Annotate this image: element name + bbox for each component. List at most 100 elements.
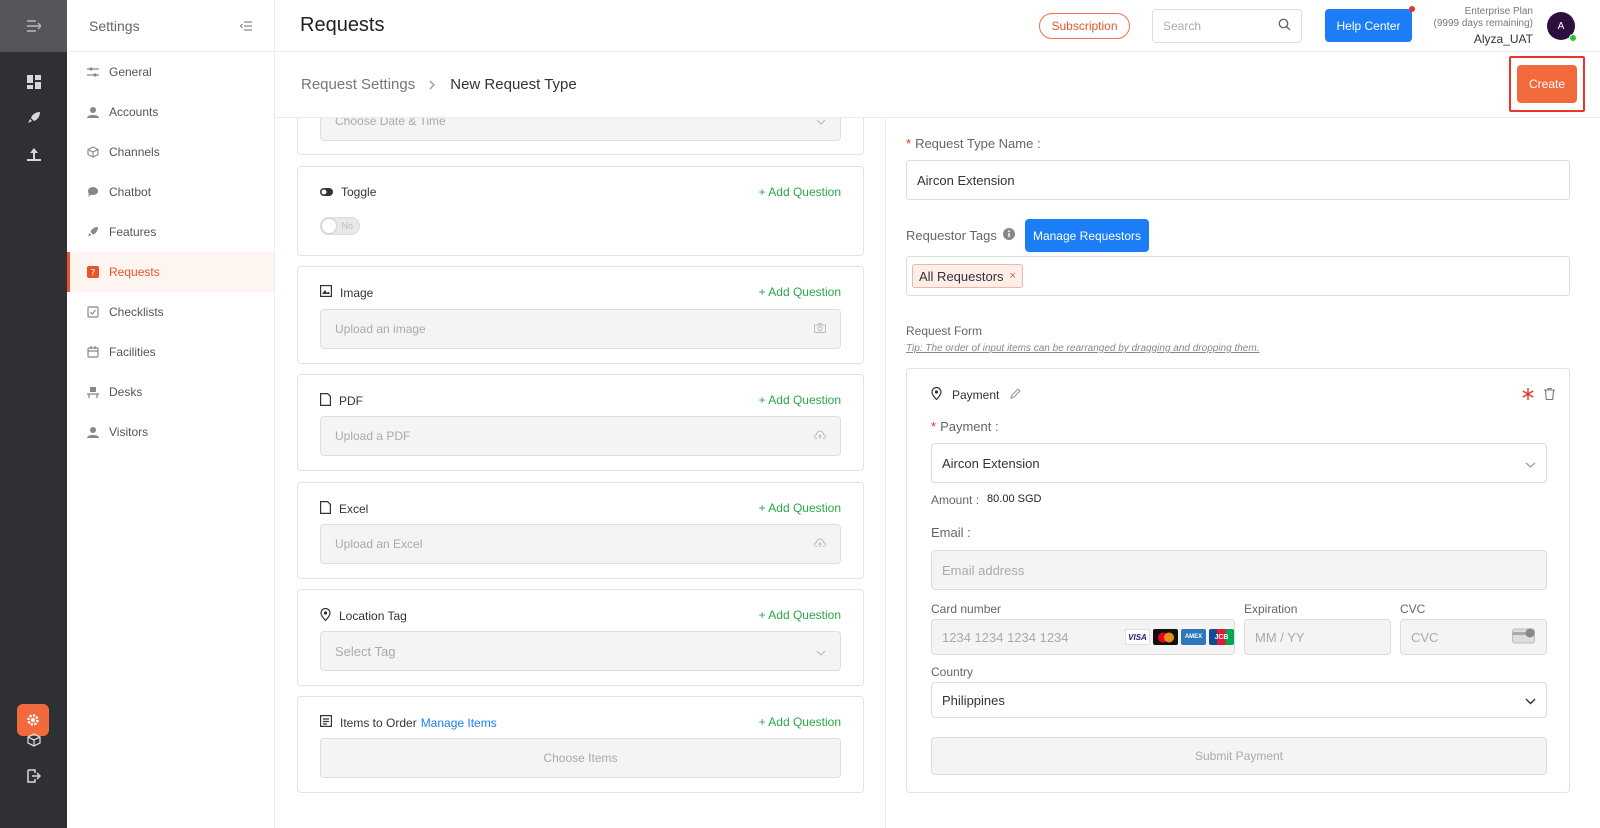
select-tag-field[interactable]: Select Tag (320, 631, 841, 671)
manage-items-link[interactable]: Manage Items (421, 716, 497, 730)
upload-pdf-field[interactable]: Upload a PDF (320, 416, 841, 456)
location-tag-question-card: Location Tag + Add Question Select Tag (297, 589, 864, 686)
breadcrumb-parent[interactable]: Request Settings (301, 76, 415, 93)
sidebar-title: Settings (89, 17, 140, 34)
sidebar-item-general[interactable]: General (67, 52, 274, 92)
sidebar-item-label: Requests (109, 265, 160, 279)
items-to-order-question-card: Items to Order Manage Items + Add Questi… (297, 696, 864, 793)
sidebar-item-channels[interactable]: Channels (67, 132, 274, 172)
submit-payment-button[interactable]: Submit Payment (931, 737, 1547, 775)
excel-label: Excel (339, 502, 369, 516)
sidebar-item-features[interactable]: Features (67, 212, 274, 252)
amount-value: 80.00 SGD (987, 493, 1042, 505)
sliders-icon (87, 66, 99, 78)
choose-items-field[interactable]: Choose Items (320, 738, 841, 778)
logout-icon[interactable] (0, 769, 67, 783)
trash-icon[interactable] (1544, 387, 1555, 405)
cloud-upload-icon (814, 537, 826, 551)
date-placeholder: Choose Date & Time (335, 118, 446, 128)
upload-pdf-placeholder: Upload a PDF (335, 429, 411, 443)
upload-image-field[interactable]: Upload an image (320, 309, 841, 349)
payment-select[interactable]: Aircon Extension (931, 443, 1547, 483)
sidebar-item-desks[interactable]: Desks (67, 372, 274, 412)
search-icon[interactable] (1278, 18, 1291, 34)
remove-tag-icon[interactable]: × (1010, 270, 1016, 282)
add-question-button[interactable]: + Add Question (759, 501, 841, 515)
sidebar-item-chatbot[interactable]: Chatbot (67, 172, 274, 212)
checklist-icon (87, 306, 99, 318)
sidebar-item-checklists[interactable]: Checklists (67, 292, 274, 332)
question-square-icon: ? (87, 266, 99, 278)
payment-card-title: Payment (952, 388, 1000, 402)
cvc-card-icon (1512, 628, 1536, 647)
payment-card-header: Payment (931, 386, 1022, 403)
date-time-select[interactable]: Choose Date & Time (320, 118, 841, 141)
card-brand-logos: VISA AMEX JCB (1125, 629, 1234, 645)
sidebar-item-visitors[interactable]: Visitors (67, 412, 274, 452)
pdf-label: PDF (339, 394, 363, 408)
required-asterisk-icon[interactable] (1522, 387, 1534, 405)
card-number-input[interactable]: 1234 1234 1234 1234 VISA AMEX JCB (931, 619, 1235, 655)
toggle-icon (320, 185, 333, 199)
sidebar-item-label: General (109, 65, 152, 79)
question-types-panel: Choose Date & Time Toggle + Add Question… (275, 118, 885, 828)
request-form-label: Request Form (906, 324, 983, 338)
manage-requestors-button[interactable]: Manage Requestors (1025, 219, 1149, 252)
settings-gear-icon[interactable] (17, 704, 49, 736)
cvc-input[interactable]: CVC (1400, 619, 1547, 655)
email-input[interactable]: Email address (931, 550, 1547, 590)
sidebar-item-facilities[interactable]: Facilities (67, 332, 274, 372)
request-type-name-input[interactable]: Aircon Extension (906, 160, 1570, 200)
payment-card-actions (1522, 387, 1555, 405)
email-placeholder: Email address (942, 562, 1025, 578)
sidebar-header: Settings (67, 0, 274, 52)
create-button[interactable]: Create (1517, 65, 1577, 103)
location-label: Location Tag (339, 609, 407, 623)
analytics-icon[interactable] (0, 147, 67, 161)
card-number-label: Card number (931, 602, 1002, 616)
image-question-card: Image + Add Question Upload an image (297, 266, 864, 364)
sidebar-item-label: Facilities (109, 345, 156, 359)
pdf-card-header: PDF (320, 393, 363, 409)
add-question-button[interactable]: + Add Question (759, 185, 841, 199)
toggle-switch[interactable]: No (320, 217, 360, 235)
requestor-tag: All Requestors × (912, 264, 1023, 288)
sidebar-item-requests[interactable]: ? Requests (67, 252, 274, 292)
document-icon (320, 501, 331, 517)
add-question-button[interactable]: + Add Question (759, 608, 841, 622)
dashboard-icon[interactable] (0, 75, 67, 89)
subscription-button[interactable]: Subscription (1039, 13, 1130, 39)
collapse-sidebar-icon[interactable] (239, 18, 252, 34)
sidebar-item-label: Visitors (109, 425, 149, 439)
request-type-name-value: Aircon Extension (917, 172, 1015, 188)
email-label: Email : (931, 525, 971, 540)
plan-name: Enterprise Plan (1464, 6, 1533, 17)
upload-excel-placeholder: Upload an Excel (335, 537, 423, 551)
add-question-button[interactable]: + Add Question (759, 715, 841, 729)
location-pin-icon (931, 386, 942, 403)
requestor-tags-input[interactable]: All Requestors × (906, 256, 1570, 296)
request-type-name-label: * Request Type Name : (906, 136, 1041, 151)
jcb-logo-icon: JCB (1209, 629, 1234, 645)
info-icon[interactable] (1002, 228, 1015, 243)
search-input[interactable]: Search (1152, 9, 1302, 43)
collapse-menu-icon[interactable] (0, 0, 67, 52)
edit-pencil-icon[interactable] (1009, 387, 1022, 403)
card-number-placeholder: 1234 1234 1234 1234 (942, 629, 1069, 645)
rocket-icon (87, 226, 99, 238)
sidebar-item-label: Channels (109, 145, 160, 159)
request-form-panel: * Request Type Name : Aircon Extension Re… (885, 118, 1600, 828)
expiration-input[interactable]: MM / YY (1244, 619, 1391, 655)
amount-row: Amount : 80.00 SGD (931, 493, 1042, 507)
add-question-button[interactable]: + Add Question (759, 285, 841, 299)
items-card-header: Items to Order Manage Items (320, 715, 497, 730)
help-center-button[interactable]: Help Center (1325, 9, 1412, 42)
upload-image-placeholder: Upload an image (335, 322, 426, 336)
country-select[interactable]: Philippines (931, 682, 1547, 718)
page-title: Requests (300, 14, 385, 36)
add-question-button[interactable]: + Add Question (759, 393, 841, 407)
sidebar-item-accounts[interactable]: Accounts (67, 92, 274, 132)
rocket-icon[interactable] (0, 111, 67, 125)
upload-excel-field[interactable]: Upload an Excel (320, 524, 841, 564)
box-icon[interactable] (0, 733, 67, 747)
